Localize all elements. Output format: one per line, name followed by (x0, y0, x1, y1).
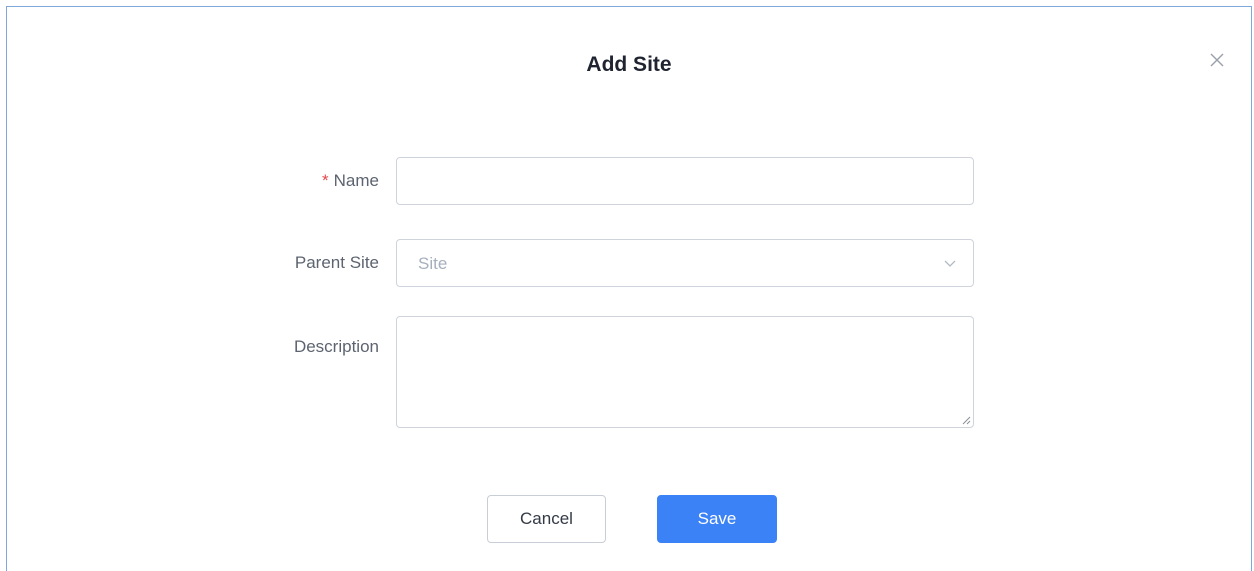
close-icon (1210, 53, 1224, 67)
save-button[interactable]: Save (657, 495, 777, 543)
add-site-dialog: Add Site * Name Parent Site Site Descript… (6, 6, 1252, 571)
close-button[interactable] (1206, 49, 1228, 71)
dialog-title: Add Site (586, 53, 672, 76)
name-label: * Name (7, 171, 379, 191)
description-textarea[interactable] (396, 316, 974, 428)
parent-site-select[interactable]: Site (396, 239, 974, 287)
resize-handle-icon[interactable] (961, 415, 971, 425)
parent-site-placeholder: Site (418, 254, 448, 273)
name-label-text: Name (333, 171, 379, 190)
name-input[interactable] (396, 157, 974, 205)
cancel-button[interactable]: Cancel (487, 495, 606, 543)
chevron-down-icon (944, 260, 956, 267)
parent-site-label: Parent Site (294, 253, 379, 272)
description-label: Description (293, 337, 379, 356)
required-mark: * (322, 171, 329, 190)
